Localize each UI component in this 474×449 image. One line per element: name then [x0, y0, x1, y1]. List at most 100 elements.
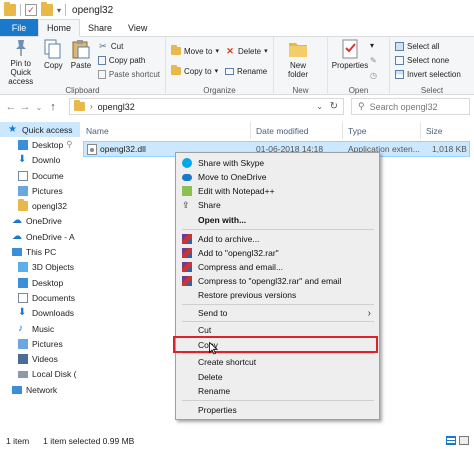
nav-downloads[interactable]: ⬇ Downloads — [0, 306, 80, 321]
tab-home[interactable]: Home — [38, 19, 81, 37]
file-size: 1,018 KB — [432, 144, 467, 154]
nav-music[interactable]: ♪ Music — [0, 321, 80, 336]
new-folder-label: New folder — [287, 61, 308, 79]
up-arrow-icon[interactable]: ↑ — [46, 101, 60, 113]
cut-button[interactable]: ✂ Cut — [98, 40, 160, 52]
history-icon[interactable]: ◷ — [370, 71, 377, 80]
menu-label: Send to — [198, 308, 228, 318]
nav-label: Music — [32, 323, 55, 334]
nav-onedrive-business[interactable]: ☁ OneDrive - A — [0, 229, 80, 244]
menu-edit-notepad[interactable]: Edit with Notepad++ — [176, 185, 379, 197]
nav-documents-pinned[interactable]: Docume — [0, 168, 80, 183]
nav-opengl32[interactable]: opengl32 — [0, 198, 80, 213]
column-size[interactable]: Size — [426, 126, 443, 136]
nav-local-disk[interactable]: Local Disk ( — [0, 367, 80, 382]
move-to-button[interactable]: Move to ▾ — [171, 45, 219, 57]
menu-restore-versions[interactable]: Restore previous versions — [176, 289, 379, 301]
nav-3d-objects[interactable]: 3D Objects — [0, 260, 80, 275]
delete-button[interactable]: ✕ Delete ▾ — [225, 45, 267, 57]
menu-add-rar[interactable]: Add to "opengl32.rar" — [176, 247, 379, 259]
menu-compress-email[interactable]: Compress and email... — [176, 261, 379, 273]
nav-label: Desktop — [32, 139, 64, 150]
clipboard-small-buttons: ✂ Cut Copy path Paste shortcut — [95, 39, 163, 85]
paste-shortcut-button[interactable]: Paste shortcut — [97, 68, 160, 80]
nav-desktop[interactable]: Desktop — [0, 275, 80, 290]
cube-icon — [18, 262, 28, 273]
large-icons-view-icon[interactable] — [459, 436, 469, 445]
copy-path-button[interactable]: Copy path — [97, 54, 160, 66]
recent-chevron-icon[interactable]: ⌄ — [32, 103, 46, 112]
tab-view[interactable]: View — [120, 19, 155, 36]
copy-path-label: Copy path — [108, 55, 146, 65]
column-divider[interactable] — [420, 122, 421, 139]
refresh-icon[interactable]: ↻ — [330, 101, 338, 112]
open-dropdown-icon[interactable]: ▾ — [370, 41, 377, 50]
nav-this-pc[interactable]: This PC — [0, 244, 80, 259]
forward-arrow-icon[interactable]: → — [18, 101, 32, 113]
nav-pictures-pinned[interactable]: Pictures — [0, 183, 80, 198]
column-divider[interactable] — [250, 122, 251, 139]
nav-network[interactable]: Network — [0, 382, 80, 397]
menu-cut[interactable]: Cut — [176, 324, 379, 336]
select-none-button[interactable]: Select none — [395, 54, 461, 66]
search-placeholder: Search opengl32 — [369, 101, 438, 112]
menu-share-skype[interactable]: Share with Skype — [176, 157, 379, 169]
pin-quick-access-button[interactable]: Pin to Quick access — [2, 39, 40, 86]
delete-label: Delete — [237, 46, 262, 56]
window-title: opengl32 — [72, 4, 114, 16]
new-folder-button[interactable]: New folder — [276, 39, 320, 85]
notepad-plus-plus-icon — [182, 186, 192, 196]
menu-open-with[interactable]: Open with... — [176, 214, 379, 226]
nav-label: Pictures — [32, 338, 63, 349]
tab-share[interactable]: Share — [80, 19, 120, 36]
customize-toolbar-chevron-icon[interactable]: ▾ — [57, 6, 61, 15]
breadcrumb[interactable]: opengl32 — [98, 102, 135, 112]
nav-downloads-pinned[interactable]: ⬇ Downlo — [0, 153, 80, 168]
tab-file[interactable]: File — [0, 19, 38, 36]
menu-send-to[interactable]: Send to › — [176, 307, 379, 319]
copy-to-button[interactable]: Copy to ▾ — [171, 65, 219, 77]
search-input[interactable]: ⚲ Search opengl32 — [351, 98, 470, 115]
menu-properties[interactable]: Properties — [176, 404, 379, 416]
invert-selection-button[interactable]: Invert selection — [395, 68, 461, 80]
copy-to-label: Copy to — [184, 66, 212, 76]
select-group-label: Select — [420, 86, 444, 95]
nav-documents[interactable]: Documents — [0, 290, 80, 305]
paste-button[interactable]: Paste — [67, 39, 95, 85]
back-arrow-icon[interactable]: ← — [4, 101, 18, 113]
breadcrumb-chevron-icon[interactable]: › — [90, 102, 93, 111]
nav-desktop-pinned[interactable]: Desktop ⚲ — [0, 137, 80, 152]
address-dropdown-icon[interactable]: ⌄ — [316, 102, 323, 111]
details-view-icon[interactable] — [446, 436, 456, 445]
properties-check-icon[interactable]: ✓ — [25, 4, 37, 16]
column-date-modified[interactable]: Date modified — [256, 126, 308, 136]
edit-icon[interactable]: ✎ — [370, 56, 377, 65]
select-all-button[interactable]: Select all — [395, 40, 461, 52]
menu-share[interactable]: ⇪ Share — [176, 199, 379, 211]
menu-compress-rar-email[interactable]: Compress to "opengl32.rar" and email — [176, 275, 379, 287]
nav-pictures[interactable]: Pictures — [0, 336, 80, 351]
address-bar[interactable]: › opengl32 ⌄ ↻ — [69, 98, 344, 115]
menu-create-shortcut[interactable]: Create shortcut — [176, 356, 379, 368]
column-divider[interactable] — [342, 122, 343, 139]
column-type[interactable]: Type — [348, 126, 366, 136]
nav-videos[interactable]: Videos — [0, 351, 80, 366]
paste-shortcut-icon — [97, 69, 106, 79]
menu-delete[interactable]: Delete — [176, 371, 379, 383]
menu-label: Edit with Notepad++ — [198, 186, 275, 196]
menu-move-onedrive[interactable]: Move to OneDrive — [176, 171, 379, 183]
nav-quick-access[interactable]: ★ Quick access — [0, 122, 80, 138]
column-name[interactable]: Name — [86, 126, 109, 136]
new-folder-icon[interactable] — [41, 2, 53, 16]
rename-button[interactable]: Rename — [224, 65, 268, 77]
nav-onedrive[interactable]: ☁ OneDrive — [0, 214, 80, 229]
copy-button[interactable]: Copy — [40, 39, 68, 85]
winrar-icon — [182, 262, 192, 272]
nav-label: OneDrive — [26, 216, 62, 227]
nav-label: Docume — [32, 170, 64, 181]
select-all-icon — [395, 41, 404, 51]
menu-add-archive[interactable]: Add to archive... — [176, 233, 379, 245]
menu-rename[interactable]: Rename — [176, 385, 379, 397]
computer-icon — [12, 248, 22, 257]
properties-button[interactable]: Properties — [330, 39, 370, 85]
